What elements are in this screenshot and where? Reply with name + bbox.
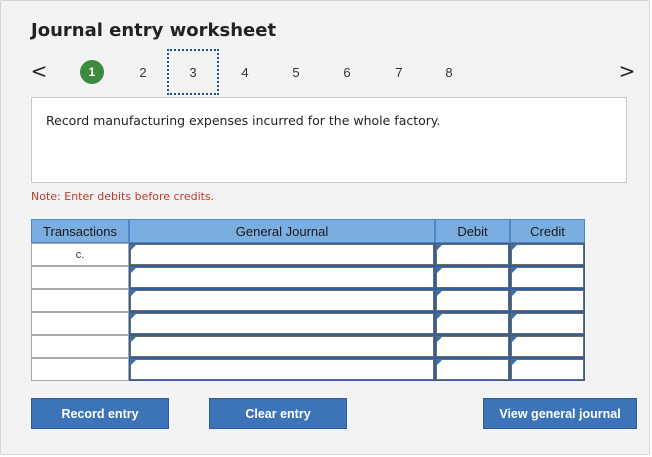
- header-debit: Debit: [435, 219, 510, 243]
- transaction-cell: [31, 335, 129, 358]
- table-row: [31, 312, 585, 335]
- chevron-right-icon[interactable]: >: [617, 59, 637, 83]
- step-3[interactable]: 3: [167, 49, 219, 95]
- header-credit: Credit: [510, 219, 585, 243]
- record-entry-button[interactable]: Record entry: [31, 398, 169, 429]
- credit-input[interactable]: [510, 358, 585, 381]
- debit-input[interactable]: [435, 335, 510, 358]
- worksheet-panel: Journal entry worksheet < 1 2 3 4 5 6 7 …: [0, 0, 650, 455]
- credit-input[interactable]: [510, 289, 585, 312]
- page-title: Journal entry worksheet: [31, 20, 277, 41]
- transaction-cell: [31, 312, 129, 335]
- view-general-journal-button[interactable]: View general journal: [483, 398, 637, 429]
- debit-input[interactable]: [435, 289, 510, 312]
- credit-input[interactable]: [510, 335, 585, 358]
- step-8[interactable]: 8: [436, 59, 462, 85]
- credit-input[interactable]: [510, 266, 585, 289]
- debit-input[interactable]: [435, 312, 510, 335]
- debit-input[interactable]: [435, 243, 510, 266]
- credit-input[interactable]: [510, 243, 585, 266]
- table-row: [31, 266, 585, 289]
- step-4[interactable]: 4: [232, 59, 258, 85]
- credit-input[interactable]: [510, 312, 585, 335]
- header-general-journal: General Journal: [129, 219, 435, 243]
- transaction-cell: [31, 289, 129, 312]
- account-input[interactable]: [129, 289, 435, 312]
- step-6[interactable]: 6: [334, 59, 360, 85]
- table-row: [31, 358, 585, 381]
- table-row: c.: [31, 243, 585, 266]
- transaction-cell: c.: [31, 243, 129, 266]
- account-input[interactable]: [129, 243, 435, 266]
- debit-input[interactable]: [435, 358, 510, 381]
- transaction-cell: [31, 266, 129, 289]
- transaction-cell: [31, 358, 129, 381]
- debit-input[interactable]: [435, 266, 510, 289]
- table-row: [31, 335, 585, 358]
- instruction-box: Record manufacturing expenses incurred f…: [31, 97, 627, 183]
- note-text: Note: Enter debits before credits.: [31, 190, 215, 203]
- step-5[interactable]: 5: [283, 59, 309, 85]
- account-input[interactable]: [129, 312, 435, 335]
- instruction-text: Record manufacturing expenses incurred f…: [46, 113, 441, 128]
- account-input[interactable]: [129, 335, 435, 358]
- step-7[interactable]: 7: [386, 59, 412, 85]
- account-input[interactable]: [129, 266, 435, 289]
- step-2[interactable]: 2: [130, 59, 156, 85]
- step-1[interactable]: 1: [80, 60, 104, 84]
- header-transactions: Transactions: [31, 219, 129, 243]
- account-input[interactable]: [129, 358, 435, 381]
- clear-entry-button[interactable]: Clear entry: [209, 398, 347, 429]
- table-row: [31, 289, 585, 312]
- chevron-left-icon[interactable]: <: [29, 59, 49, 83]
